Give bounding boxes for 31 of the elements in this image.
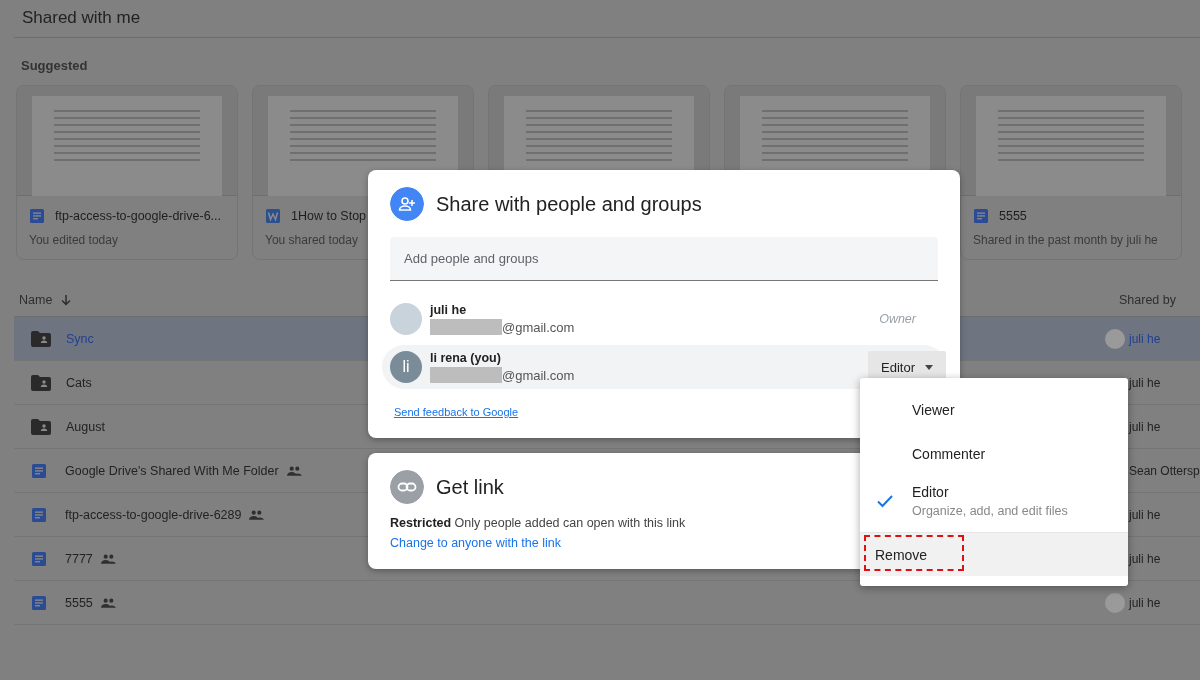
shared-by-name: juli he — [1129, 551, 1161, 566]
dialog-title: Get link — [436, 475, 504, 499]
file-name: 7777 — [65, 551, 93, 566]
shared-by-name: juli he — [1129, 595, 1161, 610]
avatar: li — [390, 351, 422, 383]
shared-by-name: juli he — [1129, 331, 1161, 346]
file-name: 1How to Stop — [291, 209, 367, 223]
page-title: Shared with me — [14, 0, 1200, 38]
role-label: Owner — [879, 312, 916, 326]
shared-by-name: juli he — [1129, 507, 1161, 522]
file-name: Cats — [66, 375, 92, 390]
file-name: ftp-access-to-google-drive-6289 — [65, 507, 242, 522]
file-activity: You shared today — [265, 233, 359, 247]
shared-by-name: juli he — [1129, 419, 1161, 434]
email-address: @gmail.com — [502, 367, 575, 383]
section-heading: Suggested — [20, 57, 89, 75]
shared-by-name: Sean Ottersp — [1129, 463, 1200, 478]
file-name: August — [66, 419, 105, 434]
shared-by-name: juli he — [1129, 375, 1161, 390]
person-name: li rena (you) — [430, 351, 502, 365]
file-name: 5555 — [65, 595, 93, 610]
access-description: Restricted Only people added can open with this link — [390, 516, 687, 530]
option-description: Organize, add, and edit files — [912, 504, 1068, 518]
email-address: @gmail.com — [502, 319, 575, 335]
file-activity: You edited today — [29, 233, 119, 247]
file-name: Google Drive's Shared With Me Folder — [65, 463, 279, 478]
file-name: 5555 — [999, 209, 1027, 223]
person-name: juli he — [430, 303, 468, 317]
file-name: Sync — [66, 331, 94, 346]
file-activity: Shared in the past month by juli he — [973, 233, 1159, 247]
file-name: ftp-access-to-google-drive-6... — [55, 209, 222, 223]
